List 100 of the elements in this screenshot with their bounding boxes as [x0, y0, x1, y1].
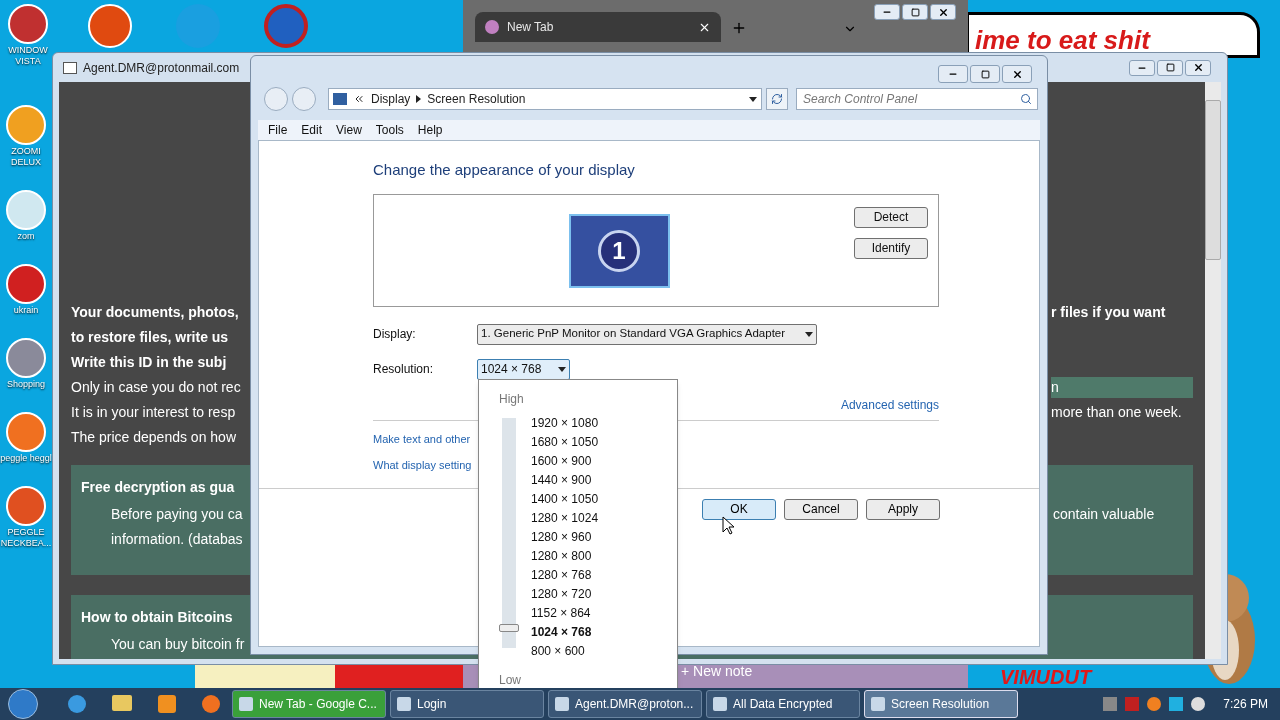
minimize-button[interactable] [938, 65, 968, 83]
app-icon[interactable] [6, 412, 46, 452]
maximize-icon [980, 69, 990, 79]
message-text: It is in your interest to resp [71, 403, 237, 422]
globe-icon[interactable] [264, 4, 308, 48]
slider-track[interactable] [499, 418, 519, 648]
refresh-button[interactable] [766, 88, 788, 110]
panel-text: You can buy bitcoin fr [111, 635, 245, 654]
slider-label: Low [499, 672, 522, 689]
tray-icon[interactable] [1147, 697, 1162, 711]
dialog-button[interactable]: OK [702, 498, 776, 520]
window-icon [713, 697, 727, 711]
window-icon [239, 697, 253, 711]
caret-icon [805, 331, 813, 337]
scrollbar[interactable] [1205, 82, 1221, 659]
app-icon[interactable] [6, 486, 46, 526]
minimize-button[interactable] [874, 4, 900, 20]
taskbar-button[interactable]: Agent.DMR@proton... [548, 690, 702, 718]
panel-text: information. (databas [111, 530, 243, 549]
app-icon[interactable] [8, 4, 48, 44]
app-icon[interactable] [6, 190, 46, 230]
help-link[interactable]: What display setting [373, 457, 472, 474]
maximize-button[interactable] [970, 65, 1000, 83]
monitor-button[interactable]: Detect [854, 206, 928, 228]
message-text: more than one week. [1051, 403, 1183, 422]
message-text: n [1051, 377, 1193, 398]
clock[interactable]: 7:26 PM [1223, 695, 1268, 713]
resolution-option[interactable]: 1680 × 1050 [529, 433, 601, 452]
browser-icon[interactable] [68, 695, 86, 713]
close-icon [1192, 62, 1204, 73]
app-icon[interactable] [6, 338, 46, 378]
tab-favicon-icon [485, 20, 499, 34]
window-icon [871, 697, 885, 711]
tab-title: New Tab [507, 19, 555, 36]
taskbar-button[interactable]: All Data Encrypted [706, 690, 860, 718]
new-tab-icon[interactable] [731, 20, 747, 36]
field-label: Resolution: [373, 361, 435, 378]
wallpaper-caption: ime to eat shit [975, 25, 1150, 55]
search-field[interactable]: Search Control Panel [796, 88, 1038, 110]
taskbar-button[interactable]: Login [390, 690, 544, 718]
panel-title: How to obtain Bitcoins [81, 608, 233, 627]
message-text: Only in case you do not rec [71, 378, 242, 397]
panel-text: Before paying you ca [111, 505, 243, 524]
tray-icon[interactable] [1191, 697, 1206, 711]
dropdown-caret-icon[interactable] [749, 96, 757, 102]
browser-tab[interactable]: New Tab [475, 12, 721, 42]
menu-item[interactable]: File [268, 121, 288, 139]
slider-thumb[interactable] [499, 623, 519, 632]
maximize-button[interactable] [1157, 59, 1183, 76]
monitor-icon[interactable]: 1 [568, 213, 670, 288]
resolution-option[interactable]: 1024 × 768 [529, 623, 601, 642]
menu-item[interactable]: Help [417, 121, 443, 139]
resolution-option[interactable]: 1440 × 900 [529, 471, 601, 490]
close-button[interactable] [1002, 65, 1032, 83]
page-heading: Change the appearance of your display [373, 160, 636, 180]
resolution-option[interactable]: 1152 × 864 [529, 604, 601, 623]
monitor-number: 1 [598, 229, 640, 272]
close-button[interactable] [930, 4, 956, 20]
window-icon [555, 697, 569, 711]
resolution-option[interactable]: 1400 × 1050 [529, 490, 601, 509]
resolution-option[interactable]: 1280 × 768 [529, 566, 601, 585]
resolution-dropdown[interactable]: 1024 × 768 [477, 358, 570, 380]
scrollbar-thumb[interactable] [1205, 100, 1221, 260]
resolution-option[interactable]: 1280 × 800 [529, 547, 601, 566]
dialog-button[interactable]: Apply [866, 498, 940, 520]
app-icon[interactable] [88, 4, 132, 48]
start-button[interactable] [8, 689, 38, 719]
field-label: Display: [373, 326, 417, 343]
help-link[interactable]: Make text and other [373, 430, 471, 447]
monitor-button[interactable]: Identify [854, 237, 928, 259]
menu-item[interactable]: Edit [301, 121, 323, 139]
search-icon[interactable] [1020, 93, 1032, 105]
resolution-option[interactable]: 800 × 600 [529, 642, 601, 661]
resolution-option[interactable]: 1280 × 720 [529, 585, 601, 604]
resolution-option[interactable]: 1600 × 900 [529, 452, 601, 471]
menu-item[interactable]: Tools [375, 121, 404, 139]
triangle-right-icon [416, 95, 422, 103]
tray-icon[interactable] [1169, 697, 1184, 711]
menu-item[interactable]: View [336, 121, 362, 139]
minimize-button[interactable] [1129, 59, 1155, 76]
close-button[interactable] [1185, 59, 1211, 76]
app-icon[interactable] [202, 695, 220, 713]
resolution-option[interactable]: 1280 × 960 [529, 528, 601, 547]
refresh-icon [771, 93, 783, 105]
maximize-button[interactable] [902, 4, 928, 20]
wallpaper-caption: VIMUDUT [1000, 666, 1092, 688]
display-dropdown[interactable]: 1. Generic PnP Monitor on Standard VGA Graphics Adapter [477, 323, 817, 345]
maximize-icon [910, 7, 920, 17]
taskbar-button[interactable]: Screen Resolution [864, 690, 1018, 718]
address-bar[interactable]: Display Screen Resolution [328, 88, 762, 110]
chevrons-icon [353, 93, 365, 105]
advanced-settings-link[interactable]: Advanced settings [840, 395, 939, 414]
resolution-option[interactable]: 1280 × 1024 [529, 509, 601, 528]
app-icon[interactable] [6, 264, 46, 304]
app-icon[interactable] [6, 105, 46, 145]
close-icon [937, 6, 949, 18]
dialog-button[interactable]: Cancel [784, 498, 858, 520]
breadcrumb-item[interactable]: Screen Resolution [427, 90, 743, 108]
breadcrumb-item[interactable]: Display [371, 90, 411, 108]
resolution-option[interactable]: 1920 × 1080 [529, 414, 601, 433]
